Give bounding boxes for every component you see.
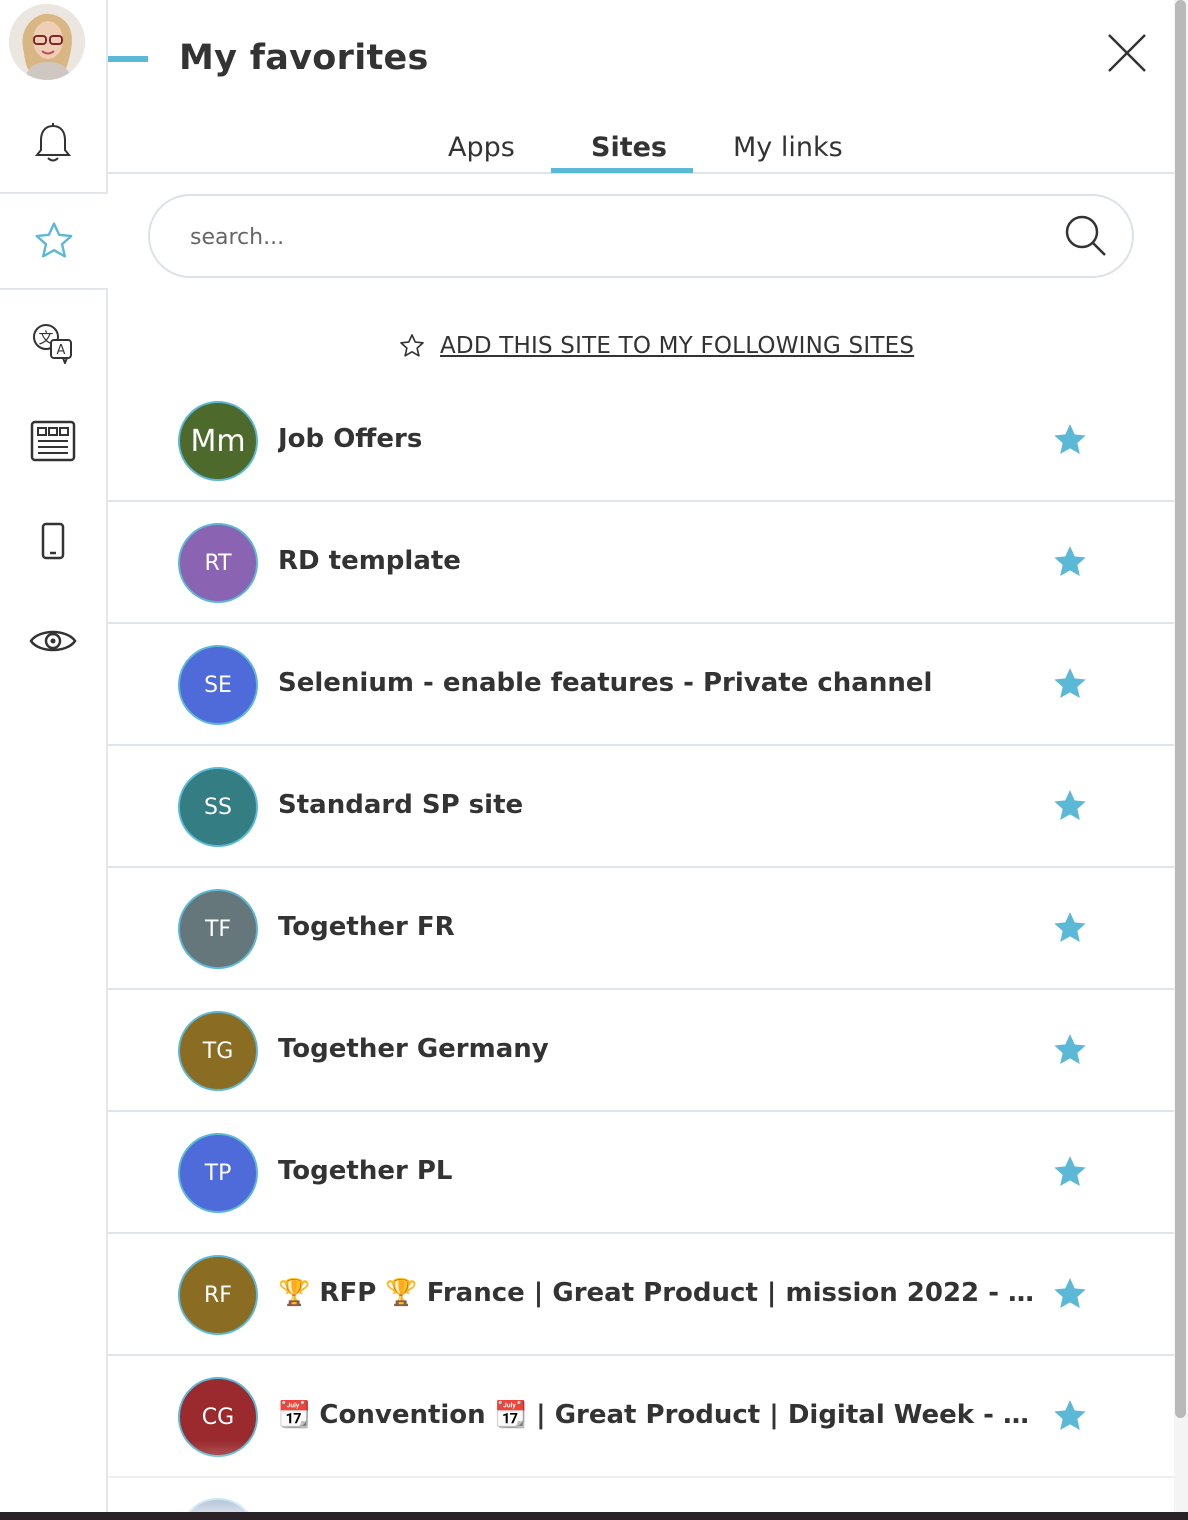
site-name[interactable]: Together FR (278, 912, 1038, 942)
list-item[interactable]: Mm Job Offers (108, 380, 1174, 502)
site-initials-badge: Mm (178, 401, 258, 481)
unfavorite-button[interactable] (1050, 1274, 1090, 1318)
tab-my-links[interactable]: My links (733, 132, 843, 163)
translate-icon: 文 A (33, 324, 72, 364)
close-button[interactable] (1104, 30, 1150, 76)
list-item[interactable]: TP Together PL (108, 1112, 1174, 1234)
list-fade (108, 1440, 1174, 1520)
list-item[interactable]: RT RD template (108, 502, 1174, 624)
notifications-button[interactable] (0, 94, 106, 192)
unfavorite-button[interactable] (1050, 908, 1090, 952)
scrollbar-thumb[interactable] (1175, 0, 1186, 1418)
list-item[interactable]: RF 🏆 RFP 🏆 France | Great Product | miss… (108, 1234, 1174, 1356)
site-name[interactable]: Together Germany (278, 1034, 1038, 1064)
site-initials-badge: TF (178, 889, 258, 969)
side-rail: 文 A (0, 0, 108, 1520)
site-name[interactable]: Job Offers (278, 424, 1038, 454)
unfavorite-button[interactable] (1050, 664, 1090, 708)
star-outline-icon (35, 222, 73, 258)
tab-apps[interactable]: Apps (448, 132, 515, 163)
bell-icon (34, 123, 72, 162)
sites-list: Mm Job Offers RT RD template SE Selenium… (108, 380, 1174, 1520)
unfavorite-button[interactable] (1050, 1030, 1090, 1074)
unfavorite-button[interactable] (1050, 542, 1090, 586)
site-name[interactable]: RD template (278, 546, 1038, 576)
unfavorite-button[interactable] (1050, 1396, 1090, 1440)
site-initials-badge: RT (178, 523, 258, 603)
list-item[interactable]: SE Selenium - enable features - Private … (108, 624, 1174, 746)
favorites-button[interactable] (0, 192, 108, 290)
star-filled-icon (1054, 1156, 1086, 1186)
search-box (148, 194, 1134, 278)
star-filled-icon (1054, 1034, 1086, 1064)
translate-button[interactable]: 文 A (0, 294, 106, 392)
tab-active-indicator (551, 168, 693, 173)
header-accent (108, 56, 148, 62)
unfavorite-button[interactable] (1050, 786, 1090, 830)
star-filled-icon (1054, 912, 1086, 942)
tab-sites[interactable]: Sites (591, 132, 667, 163)
search-input[interactable] (190, 218, 1050, 256)
site-initials-badge: SS (178, 767, 258, 847)
view-button[interactable] (0, 592, 106, 690)
unfavorite-button[interactable] (1050, 420, 1090, 464)
news-icon (30, 420, 76, 462)
star-filled-icon (1054, 546, 1086, 576)
search-button[interactable] (1064, 214, 1108, 262)
star-filled-icon (1054, 668, 1086, 698)
star-filled-icon (1054, 424, 1086, 454)
eye-icon (29, 630, 77, 652)
site-name[interactable]: Together PL (278, 1156, 1038, 1186)
list-item[interactable]: SS Standard SP site (108, 746, 1174, 868)
list-item[interactable]: TF Together FR (108, 868, 1174, 990)
news-button[interactable] (0, 392, 106, 490)
svg-text:A: A (57, 343, 66, 358)
close-icon (1108, 34, 1146, 72)
panel-title: My favorites (179, 38, 429, 78)
mobile-phone-icon (41, 522, 65, 560)
star-filled-icon (1054, 1278, 1086, 1308)
star-outline-icon (400, 334, 424, 357)
unfavorite-button[interactable] (1050, 1152, 1090, 1196)
site-initials-badge: TG (178, 1011, 258, 1091)
site-initials-badge: RF (178, 1255, 258, 1335)
star-filled-icon (1054, 790, 1086, 820)
site-name[interactable]: 📆 Convention 📆 | Great Product | Digital… (278, 1400, 1038, 1430)
add-site-link-label: ADD THIS SITE TO MY FOLLOWING SITES (440, 333, 915, 359)
user-avatar[interactable] (9, 4, 85, 80)
site-initials-badge: TP (178, 1133, 258, 1213)
list-item[interactable]: TG Together Germany (108, 990, 1174, 1112)
add-site-link[interactable]: ADD THIS SITE TO MY FOLLOWING SITES (398, 330, 914, 362)
site-initials-badge: SE (178, 645, 258, 725)
window-bottom-edge (0, 1512, 1188, 1520)
site-name[interactable]: Selenium - enable features - Private cha… (278, 668, 1038, 698)
star-filled-icon (1054, 1400, 1086, 1430)
site-name[interactable]: Standard SP site (278, 790, 1038, 820)
site-name[interactable]: 🏆 RFP 🏆 France | Great Product | mission… (278, 1278, 1038, 1308)
mobile-button[interactable] (0, 492, 106, 590)
tab-bar: Apps Sites My links (108, 120, 1174, 174)
search-icon (1065, 215, 1106, 256)
